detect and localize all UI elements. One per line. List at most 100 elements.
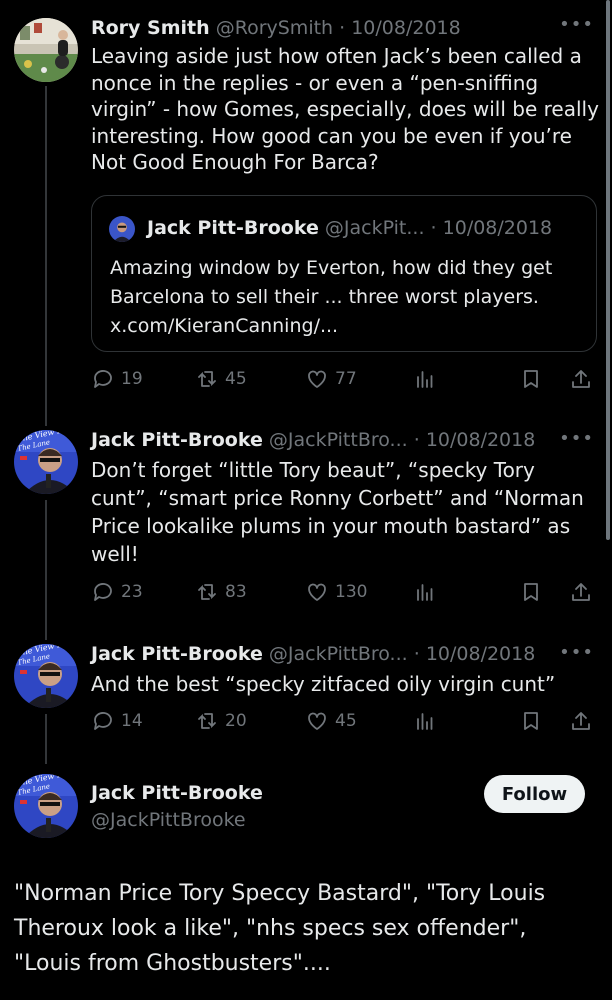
views-icon: [417, 584, 433, 601]
follow-button[interactable]: Follow: [484, 775, 585, 813]
retweet-count: 83: [225, 582, 247, 602]
quoted-avatar: [109, 216, 135, 242]
reply-icon: [94, 712, 112, 730]
retweet-icon: [198, 371, 216, 387]
thread-line-1: [45, 86, 47, 426]
tweet-text-line: cunt”, “smart price Ronny Corbett” and “…: [91, 486, 584, 510]
retweet-button[interactable]: 20: [195, 707, 247, 735]
tweet-text: Leaving aside just how often Jack’s been…: [91, 43, 599, 176]
tweet-header: Rory Smith @RorySmith · 10/08/2018: [91, 17, 461, 39]
tweet-text-line: virgin” - how Gomes, especially, does wi…: [91, 97, 599, 121]
views-button[interactable]: [413, 365, 443, 393]
author-handle[interactable]: @RorySmith: [216, 17, 333, 39]
bookmark-icon: [524, 370, 538, 388]
share-icon: [572, 712, 590, 730]
tweet-header: Jack Pitt-Brooke @JackPittBro... · 10/08…: [91, 429, 536, 451]
views-button[interactable]: [413, 707, 443, 735]
more-icon[interactable]: •••: [559, 642, 594, 663]
retweet-button[interactable]: 83: [195, 578, 247, 606]
like-button[interactable]: 77: [305, 365, 357, 393]
bookmark-button[interactable]: [519, 365, 549, 393]
tweet-text-line: Leaving aside just how often Jack’s been…: [91, 44, 582, 68]
views-icon: [417, 713, 433, 730]
tweet-text-line: interesting. How good can you be even if…: [91, 123, 572, 148]
tweet-actions: 19 45 77: [91, 365, 598, 393]
more-icon[interactable]: •••: [559, 428, 594, 449]
avatar-jack-pitt-brooke[interactable]: The View F The Lane: [14, 774, 78, 838]
quoted-tweet[interactable]: Jack Pitt-Brooke @JackPit... · 10/08/201…: [91, 195, 597, 352]
avatar-jack-pitt-brooke[interactable]: The View F The Lane: [14, 430, 78, 494]
author-name[interactable]: Jack Pitt-Brooke: [91, 429, 263, 451]
like-icon: [308, 712, 326, 730]
like-count: 77: [335, 369, 357, 389]
quoted-text-line: Barcelona to sell their ... three worst …: [110, 286, 539, 308]
more-icon[interactable]: •••: [559, 14, 594, 35]
tweet-text-line: And the best “specky zitfaced oily virgi…: [91, 672, 556, 696]
tweet-text-line: nonce in the replies - or even a “pen-sn…: [91, 70, 539, 95]
reply-button[interactable]: 19: [91, 365, 143, 393]
like-button[interactable]: 130: [305, 578, 367, 606]
main-author-handle[interactable]: @JackPittBrooke: [91, 808, 246, 832]
views-icon: [417, 371, 433, 388]
retweet-icon: [198, 584, 216, 600]
like-icon: [308, 370, 326, 388]
thread-line-3: [45, 714, 47, 764]
tweet-text-line: Not Good Enough For Barca?: [91, 150, 379, 174]
quoted-link[interactable]: x.com/KieranCanning/...: [110, 312, 552, 341]
share-button[interactable]: [569, 365, 599, 393]
bookmark-button[interactable]: [519, 707, 549, 735]
tweet-header: Jack Pitt-Brooke @JackPittBro... · 10/08…: [91, 643, 536, 665]
author-name[interactable]: Rory Smith: [91, 17, 210, 39]
tweet-actions: 14 20 45: [91, 707, 598, 735]
quoted-header: Jack Pitt-Brooke @JackPit... · 10/08/201…: [147, 217, 553, 239]
views-button[interactable]: [413, 578, 443, 606]
bookmark-button[interactable]: [519, 578, 549, 606]
tweet-text: Don’t forget “little Tory beaut”, “speck…: [91, 456, 584, 568]
reply-icon: [94, 370, 112, 388]
share-icon: [572, 583, 590, 601]
main-tweet-text: "Norman Price Tory Speccy Bastard", "Tor…: [14, 876, 545, 981]
author-handle[interactable]: @JackPittBro...: [269, 643, 408, 665]
reply-count: 19: [121, 369, 143, 389]
bookmark-icon: [524, 712, 538, 730]
quoted-text: Amazing window by Everton, how did they …: [110, 254, 552, 341]
like-count: 130: [335, 582, 368, 602]
share-button[interactable]: [569, 578, 599, 606]
main-author-name[interactable]: Jack Pitt-Brooke: [91, 781, 263, 805]
retweet-count: 45: [225, 369, 247, 389]
retweet-count: 20: [225, 711, 247, 731]
reply-count: 14: [121, 711, 143, 731]
reply-button[interactable]: 14: [91, 707, 143, 735]
tweet-date[interactable]: 10/08/2018: [426, 643, 536, 665]
retweet-icon: [198, 713, 216, 729]
like-button[interactable]: 45: [305, 707, 357, 735]
tweet-date[interactable]: 10/08/2018: [351, 17, 461, 39]
main-tweet-text-line: "Louis from Ghostbusters"....: [14, 951, 331, 976]
reply-button[interactable]: 23: [91, 578, 143, 606]
scrollbar[interactable]: [606, 0, 610, 540]
tweet-text-line: Don’t forget “little Tory beaut”, “speck…: [91, 458, 535, 482]
main-tweet-text-line: Theroux look a like", "nhs specs sex off…: [14, 916, 527, 941]
author-name[interactable]: Jack Pitt-Brooke: [91, 643, 263, 665]
share-button[interactable]: [569, 707, 599, 735]
tweet-text-line: Price lookalike plums in your mouth bast…: [91, 514, 571, 538]
thread-line-2: [45, 500, 47, 640]
tweet-text-line: well!: [91, 542, 139, 566]
avatar-rory-smith[interactable]: [14, 18, 78, 82]
like-count: 45: [335, 711, 357, 731]
like-icon: [308, 583, 326, 601]
tweet-text: And the best “specky zitfaced oily virgi…: [91, 670, 555, 698]
quoted-author-name: Jack Pitt-Brooke: [147, 217, 319, 239]
quoted-date: 10/08/2018: [442, 217, 553, 239]
quoted-author-handle: @JackPit...: [324, 217, 425, 239]
quoted-text-line: Amazing window by Everton, how did they …: [110, 257, 553, 279]
reply-count: 23: [121, 582, 143, 602]
retweet-button[interactable]: 45: [195, 365, 247, 393]
share-icon: [572, 370, 590, 388]
tweet-date[interactable]: 10/08/2018: [426, 429, 536, 451]
avatar-jack-pitt-brooke[interactable]: The View F The Lane: [14, 644, 78, 708]
main-tweet-text-line: "Norman Price Tory Speccy Bastard", "Tor…: [14, 881, 546, 906]
bookmark-icon: [524, 583, 538, 601]
author-handle[interactable]: @JackPittBro...: [269, 429, 408, 451]
tweet-actions: 23 83 130: [91, 578, 598, 606]
